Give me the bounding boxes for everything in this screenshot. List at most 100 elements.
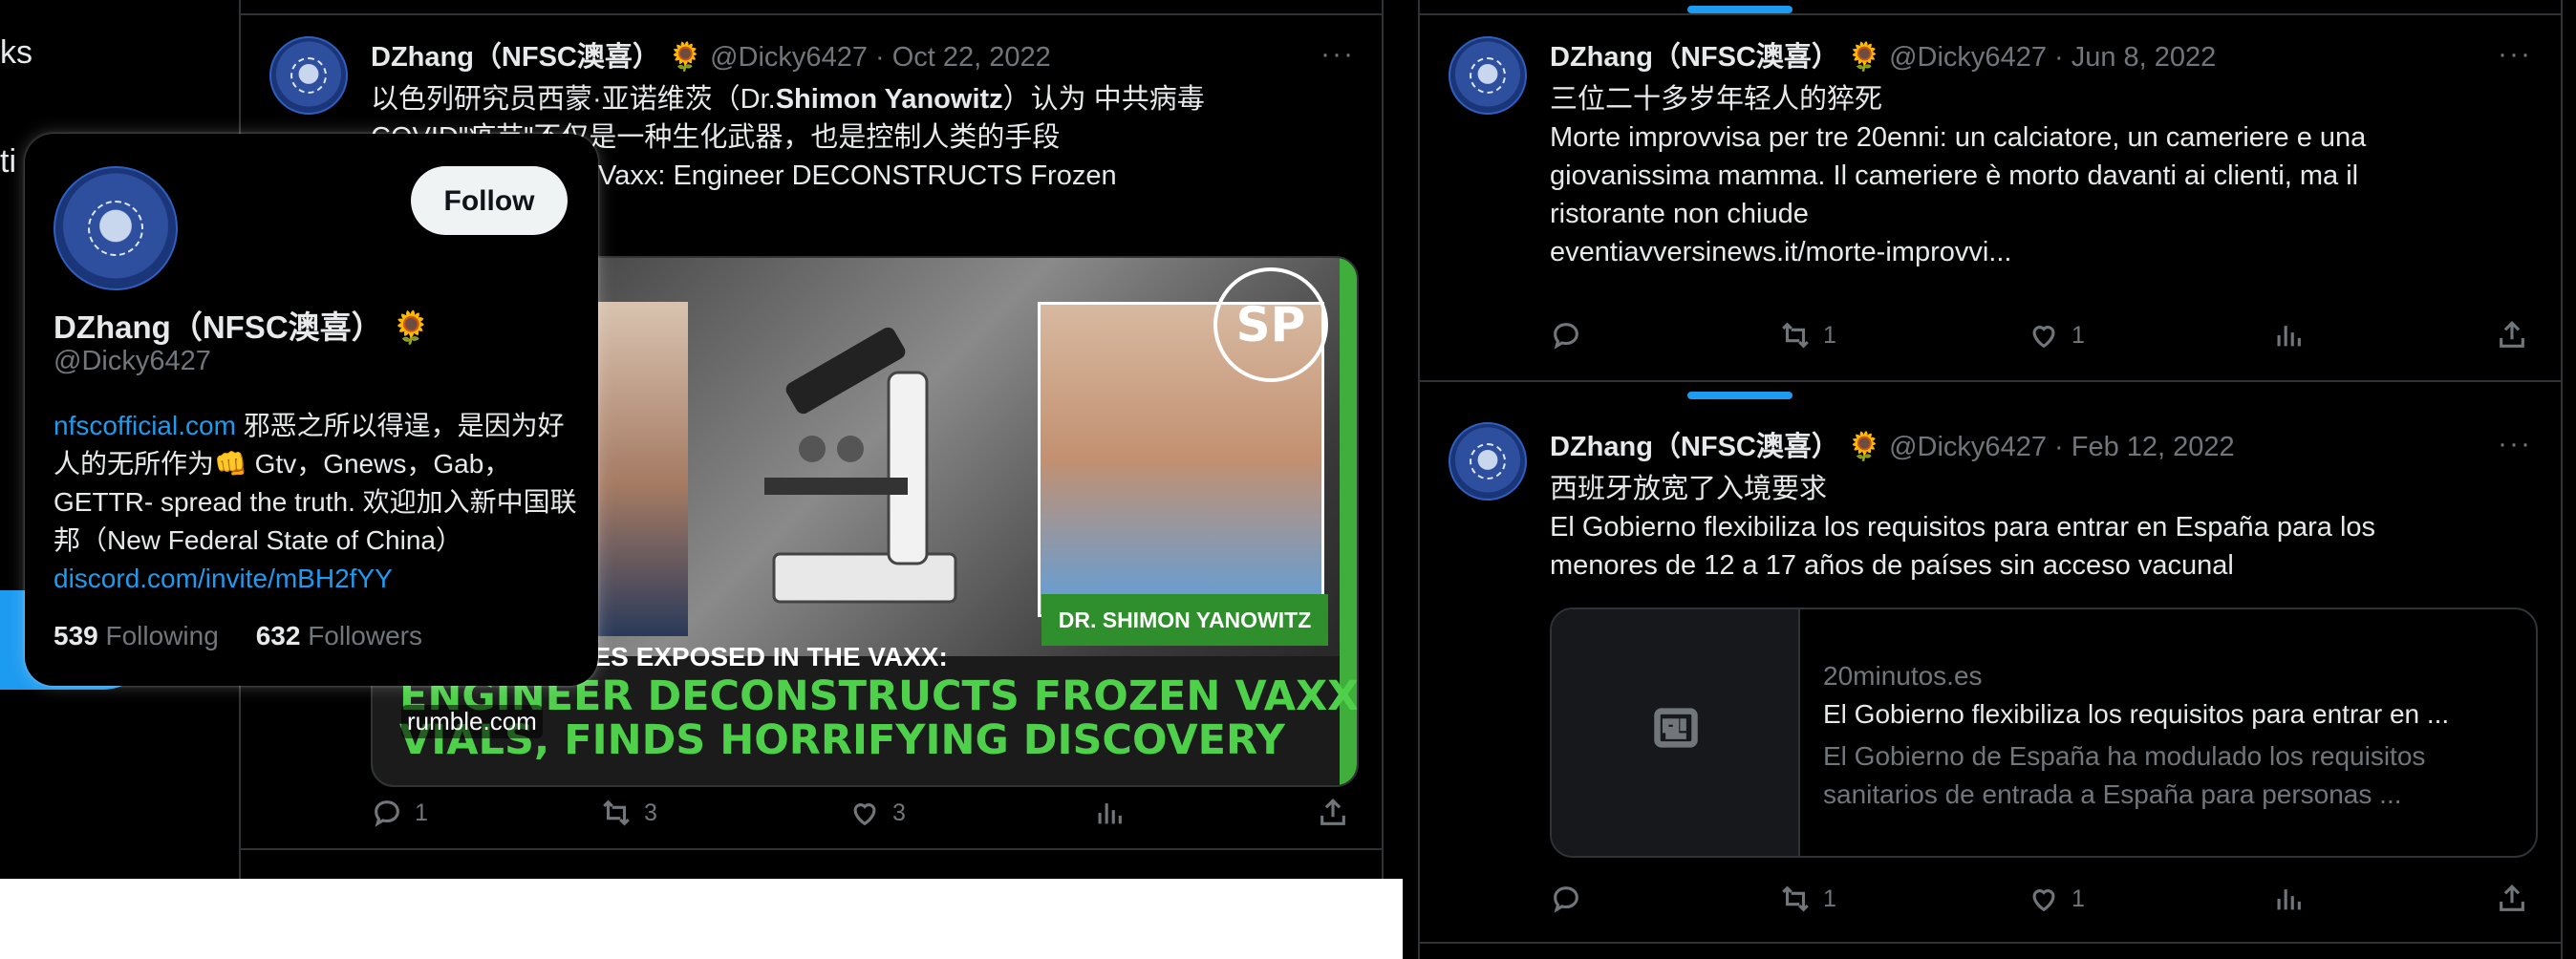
hover-card-avatar[interactable] [54, 166, 178, 290]
tweet-text-line-1: 以色列研究员西蒙·亚诺维茨（Dr.Shimon Yanowitz）认为 中共病毒 [371, 84, 1205, 115]
tweet-feb-12[interactable]: DZhang（NFSC澳喜） 🌻 @Dicky6427 · Feb 12, 20… [1420, 401, 2561, 944]
share-icon [2500, 321, 2524, 348]
link-card-title: El Gobierno flexibiliza los requisitos p… [1823, 699, 2450, 729]
author-name[interactable]: DZhang（NFSC澳喜） [1550, 42, 1839, 73]
tweet-text-line-1: 西班牙放宽了入境要求 [1550, 474, 1828, 504]
share-button[interactable] [2496, 319, 2528, 352]
sunflower-emoji: 🌻 [1846, 432, 1882, 462]
views-button[interactable] [2272, 883, 2305, 915]
retweet-count: 3 [644, 799, 657, 826]
hover-card-name[interactable]: DZhang（NFSC澳喜） 🌻 [54, 302, 431, 348]
like-count: 1 [2072, 321, 2085, 349]
follow-button[interactable]: Follow [411, 166, 568, 235]
tweet-date[interactable]: Feb 12, 2022 [2072, 432, 2235, 462]
bio-link-discord[interactable]: discord.com/invite/mBH2fYY [54, 564, 393, 593]
microscope-image [764, 327, 957, 604]
reply-button[interactable] [1550, 319, 1594, 352]
more-icon[interactable]: ··· [2498, 428, 2532, 460]
tweet-external-link[interactable]: eventiavversinews.it/morte-improvvi... [1550, 233, 2011, 271]
following-stat[interactable]: 539 Following [54, 621, 219, 650]
retweet-button[interactable]: 3 [600, 797, 657, 829]
link-card-thumbnail [1552, 609, 1800, 856]
share-icon [2500, 884, 2524, 911]
like-button[interactable]: 3 [848, 797, 906, 829]
like-count: 1 [2072, 884, 2085, 912]
tweet-date[interactable]: Jun 8, 2022 [2072, 42, 2217, 73]
hover-card-bio: nfscofficial.com 邪恶之所以得逞，是因为好人的无所作为👊 Gtv… [54, 411, 577, 593]
tweet-text-line-1: 三位二十多岁年轻人的猝死 [1550, 84, 1883, 115]
share-button[interactable] [1317, 797, 1349, 829]
retweet-icon [603, 799, 630, 826]
tweet-header: DZhang（NFSC澳喜） 🌻 @Dicky6427 · Feb 12, 20… [1550, 432, 2235, 462]
author-handle[interactable]: @Dicky6427 [1889, 42, 2047, 73]
like-button[interactable]: 1 [2028, 319, 2085, 352]
author-handle[interactable]: @Dicky6427 [710, 42, 868, 73]
retweet-button[interactable]: 1 [1779, 319, 1836, 352]
author-name[interactable]: DZhang（NFSC澳喜） [371, 42, 660, 73]
tweet-text-line-3: menores de 12 a 17 años de países sin ac… [1550, 550, 2234, 581]
views-icon [1098, 803, 1122, 824]
followers-stat[interactable]: 632 Followers [256, 621, 422, 650]
tweet-text-line-4: ristorante non chiude [1550, 199, 1809, 229]
tweet-text-line-2: El Gobierno flexibiliza los requisitos p… [1550, 512, 2376, 543]
media-headline-1: URES EXPOSED IN THE VAXX: [554, 642, 948, 671]
avatar[interactable] [1449, 422, 1527, 501]
views-icon [2277, 326, 2301, 347]
hover-card-handle[interactable]: @Dicky6427 [54, 346, 211, 377]
link-card-description: El Gobierno de España ha modulado los re… [1823, 741, 2426, 809]
media-domain-label[interactable]: rumble.com [401, 705, 543, 738]
retweet-icon [1782, 322, 1809, 349]
sunflower-emoji: 🌻 [1846, 42, 1882, 73]
views-button[interactable] [1093, 797, 1126, 829]
profile-hover-card[interactable]: Follow DZhang（NFSC澳喜） 🌻 @Dicky6427 nfsco… [25, 134, 598, 686]
more-icon[interactable]: ··· [2498, 38, 2532, 71]
views-button[interactable] [2272, 319, 2305, 352]
column-divider [2561, 0, 2563, 959]
hover-card-stats: 539 Following 632 Followers [54, 621, 422, 651]
bio-link-nfscofficial[interactable]: nfscofficial.com [54, 411, 236, 440]
reply-count: 1 [415, 799, 428, 826]
reply-button[interactable] [1550, 883, 1594, 915]
avatar[interactable] [1449, 36, 1527, 115]
tweet-jun-8[interactable]: DZhang（NFSC澳喜） 🌻 @Dicky6427 · Jun 8, 202… [1420, 15, 2561, 382]
show-logo: SP [1213, 267, 1328, 382]
like-icon [853, 803, 876, 826]
tweet-header: DZhang（NFSC澳喜） 🌻 @Dicky6427 · Oct 22, 20… [371, 42, 1051, 73]
more-icon[interactable]: ··· [1320, 38, 1355, 71]
tweet-actions: 1 1 [1550, 883, 2544, 921]
reply-icon [375, 800, 399, 827]
tweet-text-line-2: Morte improvvisa per tre 20enni: un calc… [1550, 122, 2367, 153]
retweet-count: 1 [1823, 321, 1836, 349]
nameplate-caption: DR. SHIMON YANOWITZ [1041, 594, 1328, 646]
link-preview-card[interactable]: 20minutos.es El Gobierno flexibiliza los… [1550, 607, 2538, 858]
reply-icon [1554, 886, 1578, 913]
thread-indicator [1687, 6, 1792, 13]
link-card-domain: 20minutos.es [1823, 661, 1983, 691]
like-icon [2032, 326, 2055, 349]
retweet-count: 1 [1823, 884, 1836, 912]
reply-button[interactable]: 1 [371, 797, 428, 829]
media-headline-2: ENGINEER DECONSTRUCTS FROZEN VAXX VIALS, … [399, 672, 1359, 764]
thread-indicator [1687, 392, 1792, 399]
retweet-icon [1782, 885, 1809, 912]
like-count: 3 [892, 799, 906, 826]
share-button[interactable] [2496, 883, 2528, 915]
tweet-header: DZhang（NFSC澳喜） 🌻 @Dicky6427 · Jun 8, 202… [1550, 42, 2217, 73]
sunflower-emoji: 🌻 [667, 42, 703, 73]
views-icon [2277, 889, 2301, 910]
author-name[interactable]: DZhang（NFSC澳喜） [1550, 432, 1839, 462]
like-icon [2032, 889, 2055, 912]
retweet-button[interactable]: 1 [1779, 883, 1836, 915]
tweet-text-line-3: giovanissima mamma. Il cameriere è morto… [1550, 160, 2359, 191]
share-icon [1320, 799, 1345, 825]
right-timeline-panel: DZhang（NFSC澳喜） 🌻 @Dicky6427 · Jun 8, 202… [1403, 0, 2576, 959]
author-handle[interactable]: @Dicky6427 [1889, 432, 2047, 462]
avatar[interactable] [269, 36, 348, 115]
like-button[interactable]: 1 [2028, 883, 2085, 915]
reply-icon [1554, 323, 1578, 350]
left-timeline-panel: ks ti DZhang（NFSC澳喜） 🌻 @Dicky6427 · Oct … [0, 0, 1403, 879]
nav-item-fragment-2[interactable]: ti [0, 143, 16, 181]
column-divider-right [1382, 0, 1384, 879]
nav-item-fragment[interactable]: ks [0, 34, 32, 72]
tweet-date[interactable]: Oct 22, 2022 [892, 42, 1051, 73]
